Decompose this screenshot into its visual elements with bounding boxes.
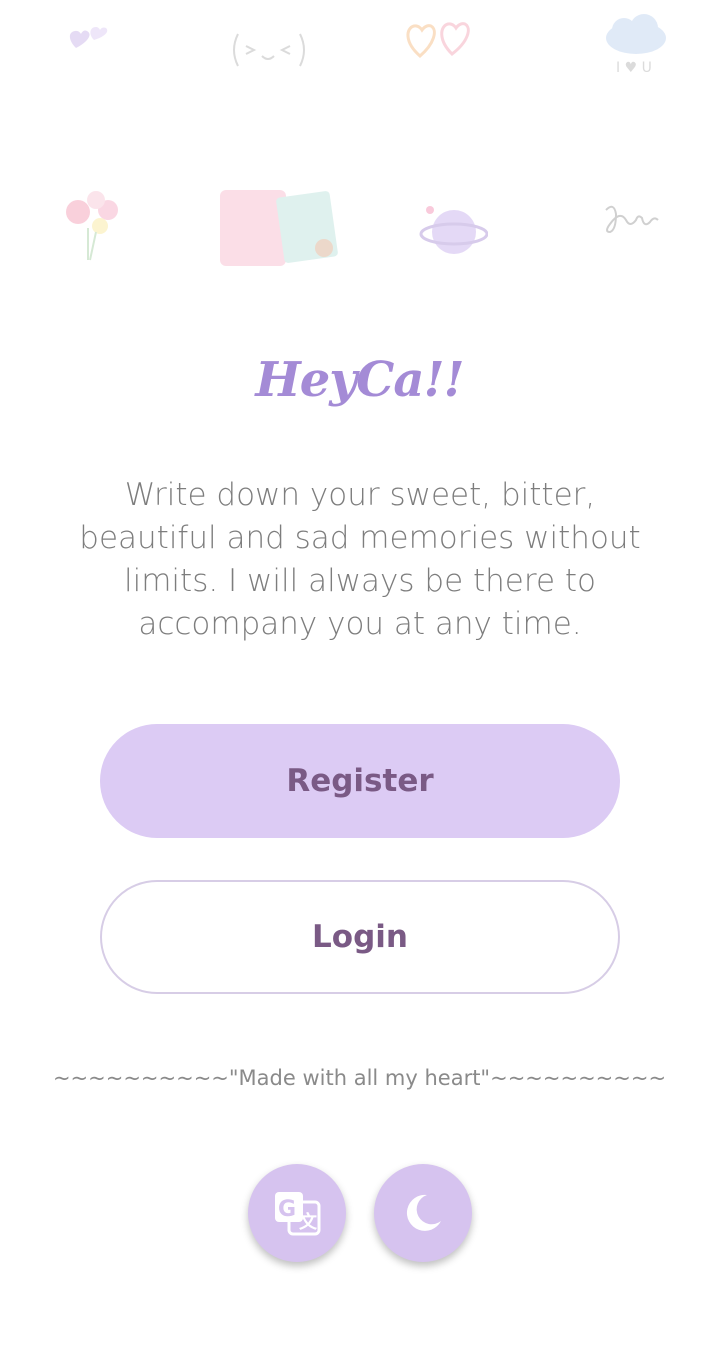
decorative-sticker-banner: I ♥ U — [0, 0, 719, 300]
translate-icon: G 文 — [275, 1192, 321, 1236]
planet-icon — [419, 206, 488, 254]
footer-note: ~~~~~~~~~~"Made with all my heart"~~~~~~… — [52, 1066, 667, 1090]
login-button[interactable]: Login — [100, 880, 620, 994]
register-button[interactable]: Register — [100, 724, 620, 838]
hearts-outline-icon — [406, 22, 470, 58]
notebook-icon — [220, 190, 338, 266]
svg-text:G: G — [278, 1197, 296, 1222]
svg-text:I ♥ U: I ♥ U — [616, 60, 652, 76]
svg-text:文: 文 — [299, 1211, 318, 1233]
theme-toggle-button[interactable] — [374, 1164, 472, 1262]
translate-button[interactable]: G 文 — [248, 1164, 346, 1262]
moon-icon — [406, 1194, 441, 1231]
intro-text: Write down your sweet, bitter, beautiful… — [79, 477, 641, 642]
you-script-icon — [605, 205, 659, 234]
app-title: HeyCa!! — [255, 352, 464, 408]
hearts-icon — [69, 27, 108, 48]
cloud-love-icon: I ♥ U — [606, 14, 666, 76]
face-icon — [233, 33, 305, 67]
flowers-icon — [66, 191, 118, 261]
